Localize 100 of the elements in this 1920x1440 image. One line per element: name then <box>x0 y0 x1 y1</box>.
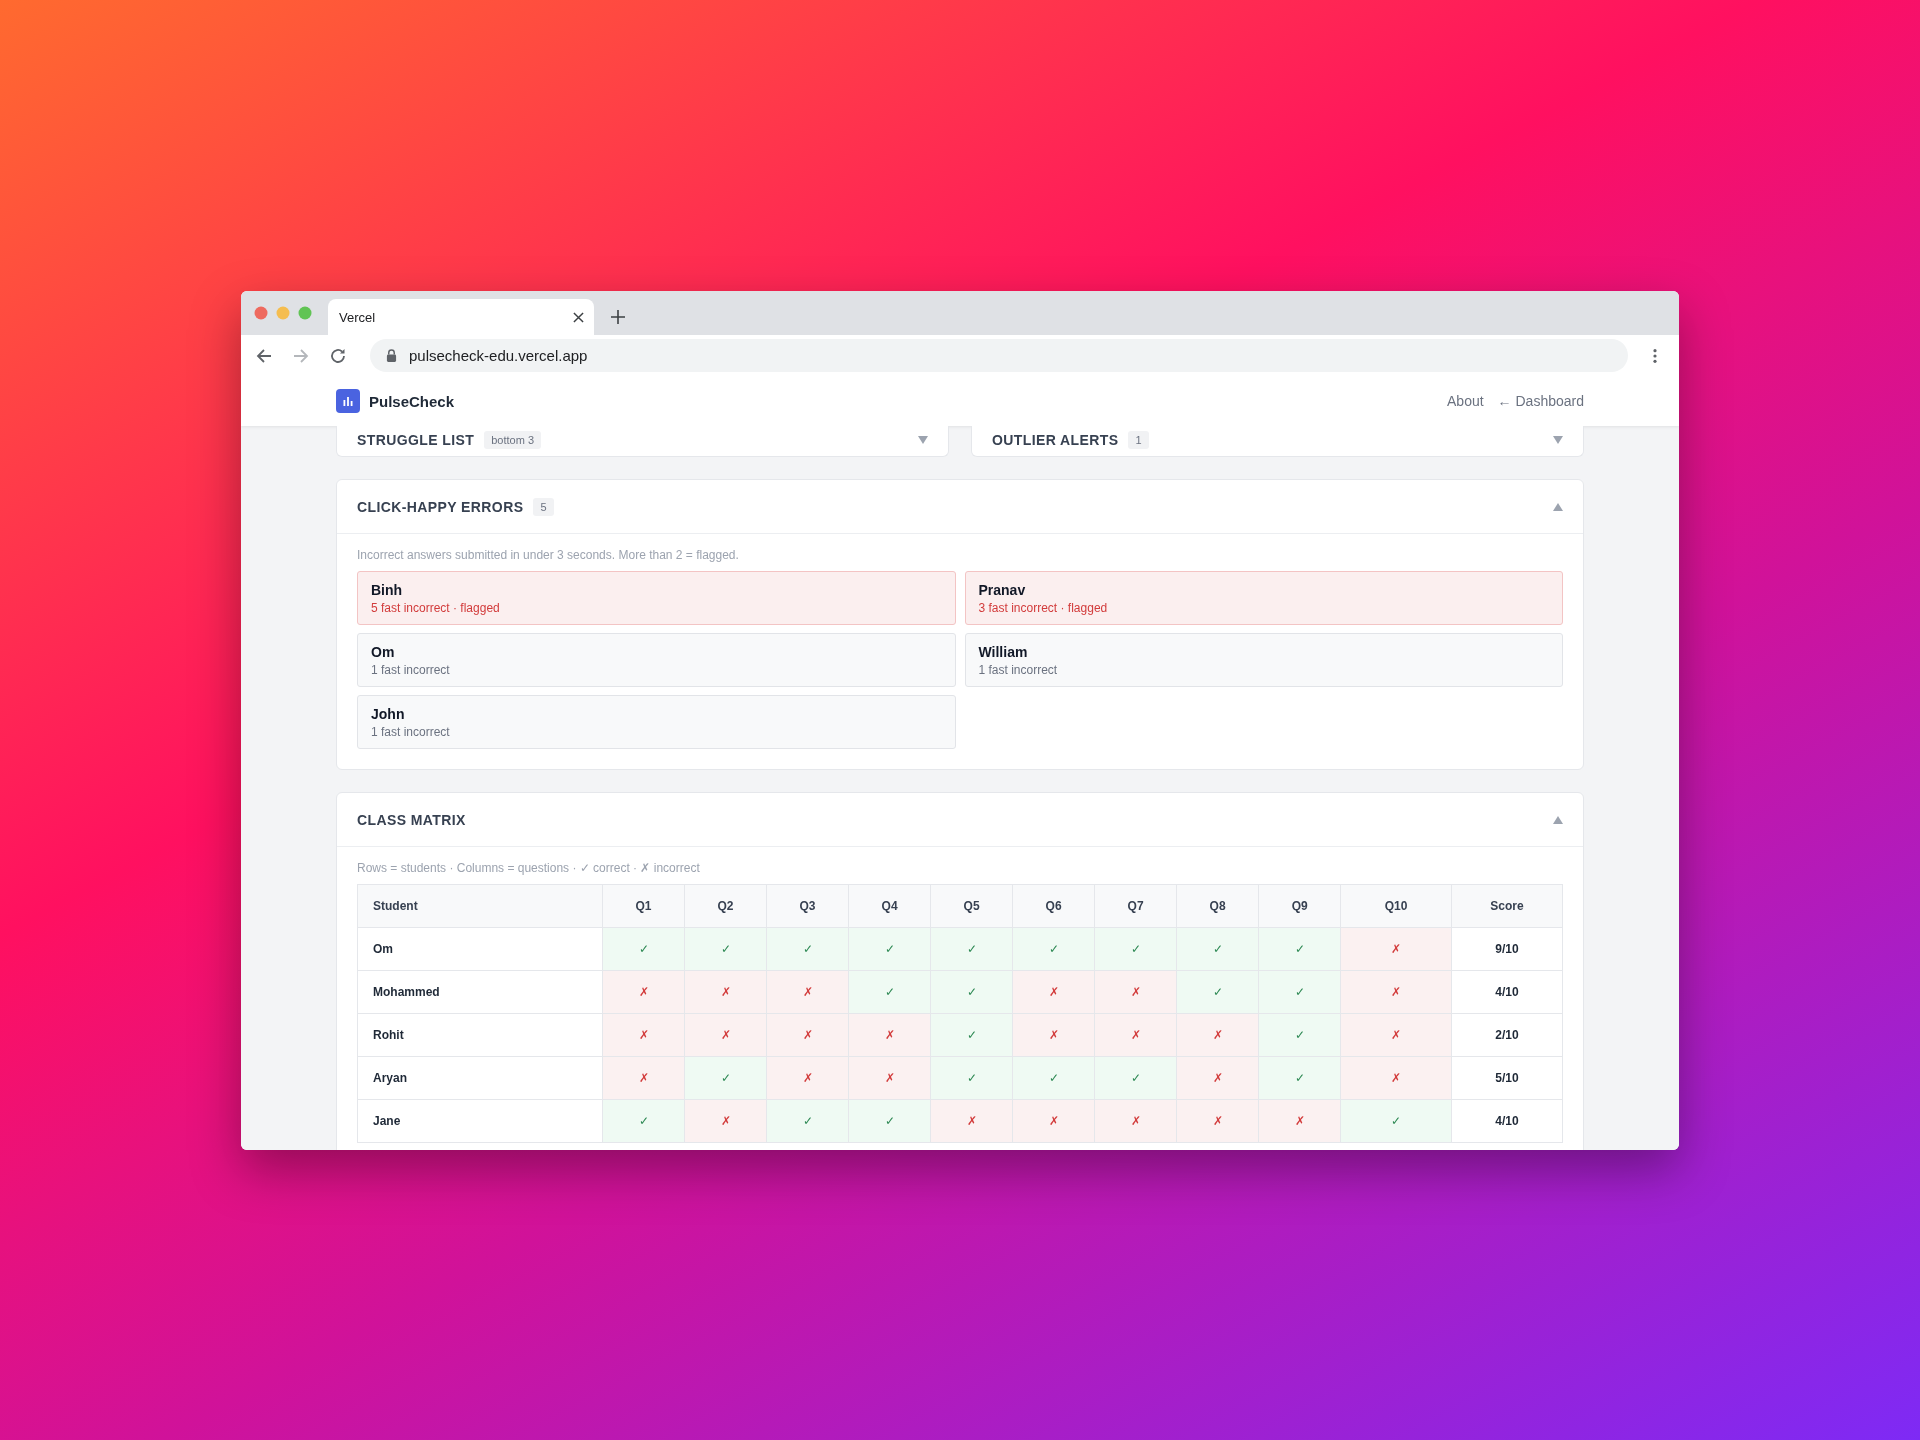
answer-cell: ✗ <box>1340 927 1452 971</box>
answer-cell: ✓ <box>930 970 1013 1014</box>
answer-cell: ✗ <box>766 1013 849 1057</box>
count-badge: 5 <box>533 497 554 516</box>
app-name: PulseCheck <box>369 392 455 410</box>
url-text: pulsecheck-edu.vercel.app <box>409 347 588 364</box>
answer-cell: ✓ <box>848 1099 931 1143</box>
menu-icon[interactable] <box>1653 347 1657 364</box>
lock-icon <box>386 349 397 362</box>
panel-title: CLICK-HAPPY ERRORS <box>357 498 524 515</box>
answer-cell: ✗ <box>684 1013 767 1057</box>
answer-cell: ✓ <box>1340 1099 1452 1143</box>
answer-cell: ✓ <box>930 1013 1013 1057</box>
answer-cell: ✓ <box>602 927 685 971</box>
answer-cell: ✗ <box>1340 970 1452 1014</box>
answer-cell: ✓ <box>602 1099 685 1143</box>
panel-description: Rows = students · Columns = questions · ✓ correct · ✗ incorrect <box>357 861 701 875</box>
column-header: Q7 <box>1094 884 1177 928</box>
back-arrow-icon[interactable] <box>255 346 273 365</box>
column-header: Q3 <box>766 884 849 928</box>
browser-tab[interactable]: Vercel <box>328 299 594 335</box>
student-cell: Om <box>357 927 603 971</box>
close-icon[interactable] <box>573 311 584 323</box>
column-header: Q6 <box>1012 884 1095 928</box>
answer-cell: ✗ <box>930 1099 1013 1143</box>
answer-cell: ✓ <box>848 927 931 971</box>
answer-cell: ✗ <box>1340 1056 1452 1100</box>
answer-cell: ✗ <box>602 1056 685 1100</box>
score-cell: 4/10 <box>1451 1099 1563 1143</box>
forward-arrow-icon[interactable] <box>292 346 310 365</box>
toggle-triangle-icon[interactable] <box>1553 502 1563 511</box>
student-name: Pranav <box>978 581 1027 598</box>
answer-cell: ✓ <box>684 1056 767 1100</box>
answer-cell: ✗ <box>766 1056 849 1100</box>
plus-icon[interactable] <box>611 310 625 324</box>
answer-cell: ✗ <box>1258 1099 1341 1143</box>
answer-cell: ✓ <box>1094 1056 1177 1100</box>
answer-cell: ✗ <box>1012 1099 1095 1143</box>
answer-cell: ✗ <box>848 1056 931 1100</box>
answer-cell: ✗ <box>1094 970 1177 1014</box>
answer-cell: ✗ <box>1094 1099 1177 1143</box>
close-window-icon[interactable] <box>254 306 268 320</box>
student-cell: Mohammed <box>357 970 603 1014</box>
student-detail: 3 fast incorrect · flagged <box>978 600 1109 615</box>
address-bar[interactable]: pulsecheck-edu.vercel.app <box>370 339 1628 372</box>
answer-cell: ✗ <box>1176 1099 1259 1143</box>
reload-icon[interactable] <box>329 346 347 365</box>
column-header: Q9 <box>1258 884 1341 928</box>
column-header: Student <box>357 884 603 928</box>
bar-chart-icon <box>336 389 360 413</box>
minimize-window-icon[interactable] <box>276 306 290 320</box>
column-header: Q5 <box>930 884 1013 928</box>
answer-cell: ✗ <box>684 1099 767 1143</box>
student-cell: Aryan <box>357 1056 603 1100</box>
answer-cell: ✓ <box>1094 927 1177 971</box>
student-detail: 1 fast incorrect <box>371 724 451 739</box>
column-header: Score <box>1451 884 1563 928</box>
score-cell: 2/10 <box>1451 1013 1563 1057</box>
count-badge: bottom 3 <box>484 431 541 449</box>
column-header: Q2 <box>684 884 767 928</box>
toggle-triangle-icon[interactable] <box>918 436 928 444</box>
answer-cell: ✓ <box>766 927 849 971</box>
column-header: Q4 <box>848 884 931 928</box>
student-name: Om <box>371 643 396 660</box>
nav-link[interactable]: ← Dashboard <box>1497 393 1584 409</box>
toggle-triangle-icon[interactable] <box>1553 436 1563 444</box>
maximize-window-icon[interactable] <box>298 306 312 320</box>
answer-cell: ✗ <box>1176 1013 1259 1057</box>
answer-cell: ✗ <box>1176 1056 1259 1100</box>
answer-cell: ✗ <box>766 970 849 1014</box>
answer-cell: ✗ <box>1012 1013 1095 1057</box>
answer-cell: ✓ <box>1012 1056 1095 1100</box>
student-detail: 5 fast incorrect · flagged <box>371 600 501 615</box>
student-cell: Jane <box>357 1099 603 1143</box>
student-detail: 1 fast incorrect <box>978 662 1059 677</box>
answer-cell: ✓ <box>848 970 931 1014</box>
answer-cell: ✓ <box>930 927 1013 971</box>
tab-title: Vercel <box>339 309 376 325</box>
nav-link[interactable]: About <box>1447 393 1484 409</box>
student-cell: Rohit <box>357 1013 603 1057</box>
student-name: Binh <box>371 581 404 598</box>
answer-cell: ✓ <box>1258 1056 1341 1100</box>
answer-cell: ✓ <box>1258 1013 1341 1057</box>
answer-cell: ✗ <box>602 1013 685 1057</box>
column-header: Q8 <box>1176 884 1259 928</box>
answer-cell: ✓ <box>684 927 767 971</box>
answer-cell: ✓ <box>1176 927 1259 971</box>
score-cell: 9/10 <box>1451 927 1563 971</box>
student-name: William <box>978 643 1029 660</box>
answer-cell: ✓ <box>1258 970 1341 1014</box>
answer-cell: ✗ <box>848 1013 931 1057</box>
answer-cell: ✗ <box>1340 1013 1452 1057</box>
answer-cell: ✓ <box>1012 927 1095 971</box>
answer-cell: ✗ <box>1012 970 1095 1014</box>
answer-cell: ✓ <box>1176 970 1259 1014</box>
toggle-triangle-icon[interactable] <box>1553 815 1563 824</box>
answer-cell: ✗ <box>602 970 685 1014</box>
student-name: John <box>371 705 406 722</box>
answer-cell: ✗ <box>684 970 767 1014</box>
answer-cell: ✗ <box>1094 1013 1177 1057</box>
